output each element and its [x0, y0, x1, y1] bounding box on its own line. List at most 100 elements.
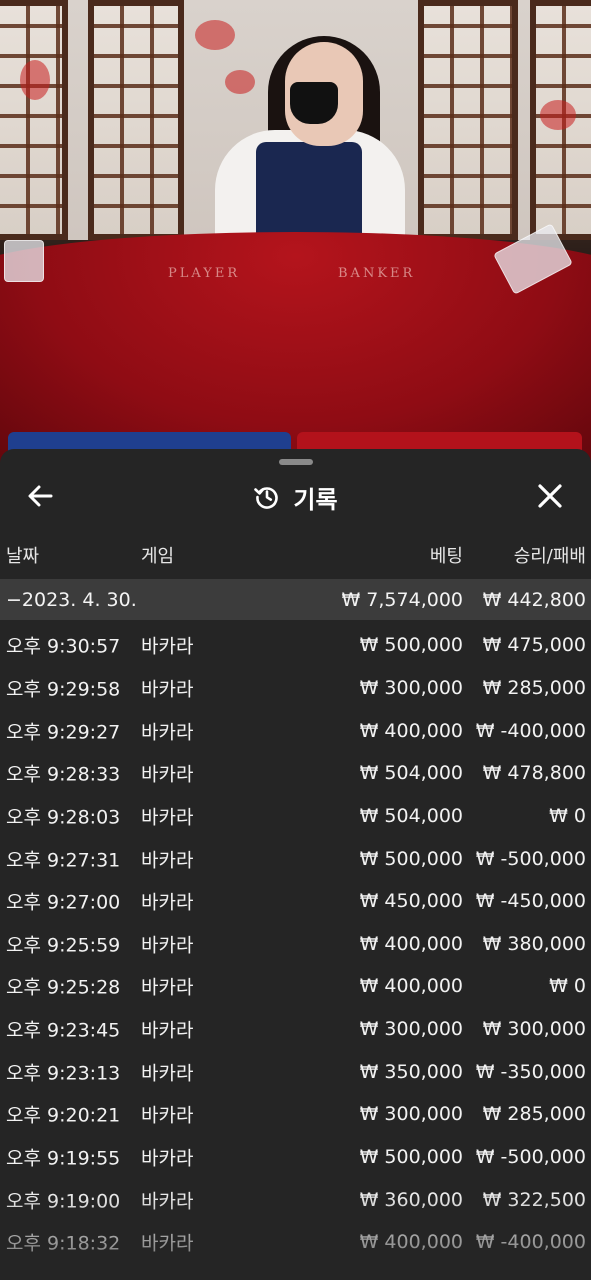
row-result: ₩ -400,000 — [475, 1231, 586, 1254]
row-game: 바카라 — [141, 891, 194, 914]
row-bet: ₩ 504,000 — [359, 762, 463, 785]
row-time: 오후 9:28:03 — [6, 806, 121, 829]
row-result: ₩ 475,000 — [482, 634, 586, 657]
column-game: 게임 — [141, 546, 175, 567]
dealer-mask — [290, 82, 338, 124]
row-bet: ₩ 504,000 — [359, 804, 463, 827]
row-result: ₩ 0 — [549, 975, 586, 998]
row-game: 바카라 — [141, 976, 194, 999]
history-row[interactable]: 오후 9:23:45 바카라 ₩ 300,000 ₩ 300,000 — [0, 1008, 591, 1051]
history-row[interactable]: 오후 9:25:28 바카라 ₩ 400,000 ₩ 0 — [0, 965, 591, 1008]
card-shoe — [4, 240, 44, 282]
history-row[interactable]: 오후 9:19:00 바카라 ₩ 360,000 ₩ 322,500 — [0, 1178, 591, 1221]
history-row[interactable]: 오후 9:23:13 바카라 ₩ 350,000 ₩ -350,000 — [0, 1050, 591, 1093]
date-group-row[interactable]: −2023. 4. 30. ₩ 7,574,000 ₩ 442,800 — [0, 579, 591, 620]
history-row[interactable]: 오후 9:20:21 바카라 ₩ 300,000 ₩ 285,000 — [0, 1093, 591, 1136]
row-bet: ₩ 450,000 — [359, 890, 463, 913]
row-time: 오후 9:23:45 — [6, 1019, 121, 1042]
blossom-decoration — [20, 60, 50, 100]
row-bet: ₩ 300,000 — [359, 1018, 463, 1041]
row-game: 바카라 — [141, 849, 194, 872]
history-row[interactable]: 오후 9:28:33 바카라 ₩ 504,000 ₩ 478,800 — [0, 752, 591, 795]
row-bet: ₩ 400,000 — [359, 975, 463, 998]
row-game: 바카라 — [141, 1062, 194, 1085]
row-result: ₩ 300,000 — [482, 1018, 586, 1041]
row-bet: ₩ 400,000 — [359, 932, 463, 955]
row-game: 바카라 — [141, 635, 194, 658]
live-video-feed: PLAYER BANKER — [0, 0, 591, 470]
row-game: 바카라 — [141, 1104, 194, 1127]
history-row[interactable]: 오후 9:25:59 바카라 ₩ 400,000 ₩ 380,000 — [0, 922, 591, 965]
row-bet: ₩ 300,000 — [359, 1103, 463, 1126]
row-result: ₩ 285,000 — [482, 676, 586, 699]
row-time: 오후 9:30:57 — [6, 635, 121, 658]
row-game: 바카라 — [141, 1190, 194, 1213]
history-row[interactable]: 오후 9:19:55 바카라 ₩ 500,000 ₩ -500,000 — [0, 1136, 591, 1179]
row-bet: ₩ 500,000 — [359, 1146, 463, 1168]
row-game: 바카라 — [141, 763, 194, 786]
row-bet: ₩ 500,000 — [359, 634, 463, 657]
row-bet: ₩ 400,000 — [359, 719, 463, 742]
row-result: ₩ -350,000 — [475, 1060, 586, 1083]
history-row[interactable]: 오후 9:29:27 바카라 ₩ 400,000 ₩ -400,000 — [0, 709, 591, 752]
row-game: 바카라 — [141, 1232, 194, 1255]
sheet-title: 기록 — [293, 485, 338, 514]
table-player-label: PLAYER — [168, 266, 241, 281]
history-row[interactable]: 오후 9:29:58 바카라 ₩ 300,000 ₩ 285,000 — [0, 667, 591, 710]
row-result: ₩ 0 — [549, 804, 586, 827]
row-time: 오후 9:18:32 — [6, 1232, 121, 1255]
row-result: ₩ 285,000 — [482, 1103, 586, 1126]
history-row[interactable]: 오후 9:27:00 바카라 ₩ 450,000 ₩ -450,000 — [0, 880, 591, 923]
blossom-decoration — [225, 70, 255, 94]
row-result: ₩ 322,500 — [482, 1188, 586, 1211]
row-time: 오후 9:20:21 — [6, 1104, 121, 1127]
row-time: 오후 9:27:31 — [6, 849, 121, 872]
row-game: 바카라 — [141, 1019, 194, 1042]
row-bet: ₩ 360,000 — [359, 1188, 463, 1211]
row-game: 바카라 — [141, 721, 194, 744]
row-bet: ₩ 500,000 — [359, 847, 463, 870]
row-time: 오후 9:29:58 — [6, 678, 121, 701]
row-time: 오후 9:27:00 — [6, 891, 121, 914]
row-time: 오후 9:25:28 — [6, 976, 121, 999]
sheet-header: 기록 — [0, 469, 591, 525]
row-time: 오후 9:19:55 — [6, 1147, 121, 1170]
row-game: 바카라 — [141, 934, 194, 957]
history-list: 오후 9:30:57 바카라 ₩ 500,000 ₩ 475,000 오후 9:… — [0, 624, 591, 1264]
lattice-screen — [418, 0, 518, 240]
row-result: ₩ 380,000 — [482, 932, 586, 955]
blossom-decoration — [540, 100, 576, 130]
history-icon — [254, 487, 279, 509]
column-result: 승리/패배 — [513, 546, 586, 567]
row-time: 오후 9:19:00 — [6, 1190, 121, 1213]
column-bet: 베팅 — [429, 546, 463, 567]
history-row[interactable]: 오후 9:30:57 바카라 ₩ 500,000 ₩ 475,000 — [0, 624, 591, 667]
blossom-decoration — [195, 20, 235, 50]
close-icon[interactable] — [534, 480, 566, 512]
title-group: 기록 — [0, 469, 591, 525]
history-row[interactable]: 오후 9:18:32 바카라 ₩ 400,000 ₩ -400,000 — [0, 1221, 591, 1264]
table-header: 날짜 게임 베팅 승리/패배 — [0, 535, 591, 575]
row-time: 오후 9:25:59 — [6, 934, 121, 957]
row-result: ₩ -500,000 — [475, 1146, 586, 1168]
lattice-screen — [0, 0, 68, 240]
history-row[interactable]: 오후 9:27:31 바카라 ₩ 500,000 ₩ -500,000 — [0, 837, 591, 880]
row-time: 오후 9:23:13 — [6, 1062, 121, 1085]
row-result: ₩ -500,000 — [475, 847, 586, 870]
table-banker-label: BANKER — [338, 266, 416, 281]
drag-handle[interactable] — [279, 459, 313, 465]
row-result: ₩ -400,000 — [475, 719, 586, 742]
row-game: 바카라 — [141, 678, 194, 701]
row-game: 바카라 — [141, 806, 194, 829]
row-time: 오후 9:28:33 — [6, 763, 121, 786]
group-date: −2023. 4. 30. — [6, 588, 137, 611]
row-bet: ₩ 300,000 — [359, 676, 463, 699]
history-sheet: 기록 날짜 게임 베팅 승리/패배 −2023. 4. 30. ₩ 7,574,… — [0, 449, 591, 1280]
group-total-bet: ₩ 7,574,000 — [341, 588, 463, 611]
row-bet: ₩ 400,000 — [359, 1231, 463, 1254]
row-result: ₩ 478,800 — [482, 762, 586, 785]
arrow-left-icon[interactable] — [26, 481, 56, 511]
history-row[interactable]: 오후 9:28:03 바카라 ₩ 504,000 ₩ 0 — [0, 795, 591, 838]
row-bet: ₩ 350,000 — [359, 1060, 463, 1083]
group-total-result: ₩ 442,800 — [482, 588, 586, 611]
